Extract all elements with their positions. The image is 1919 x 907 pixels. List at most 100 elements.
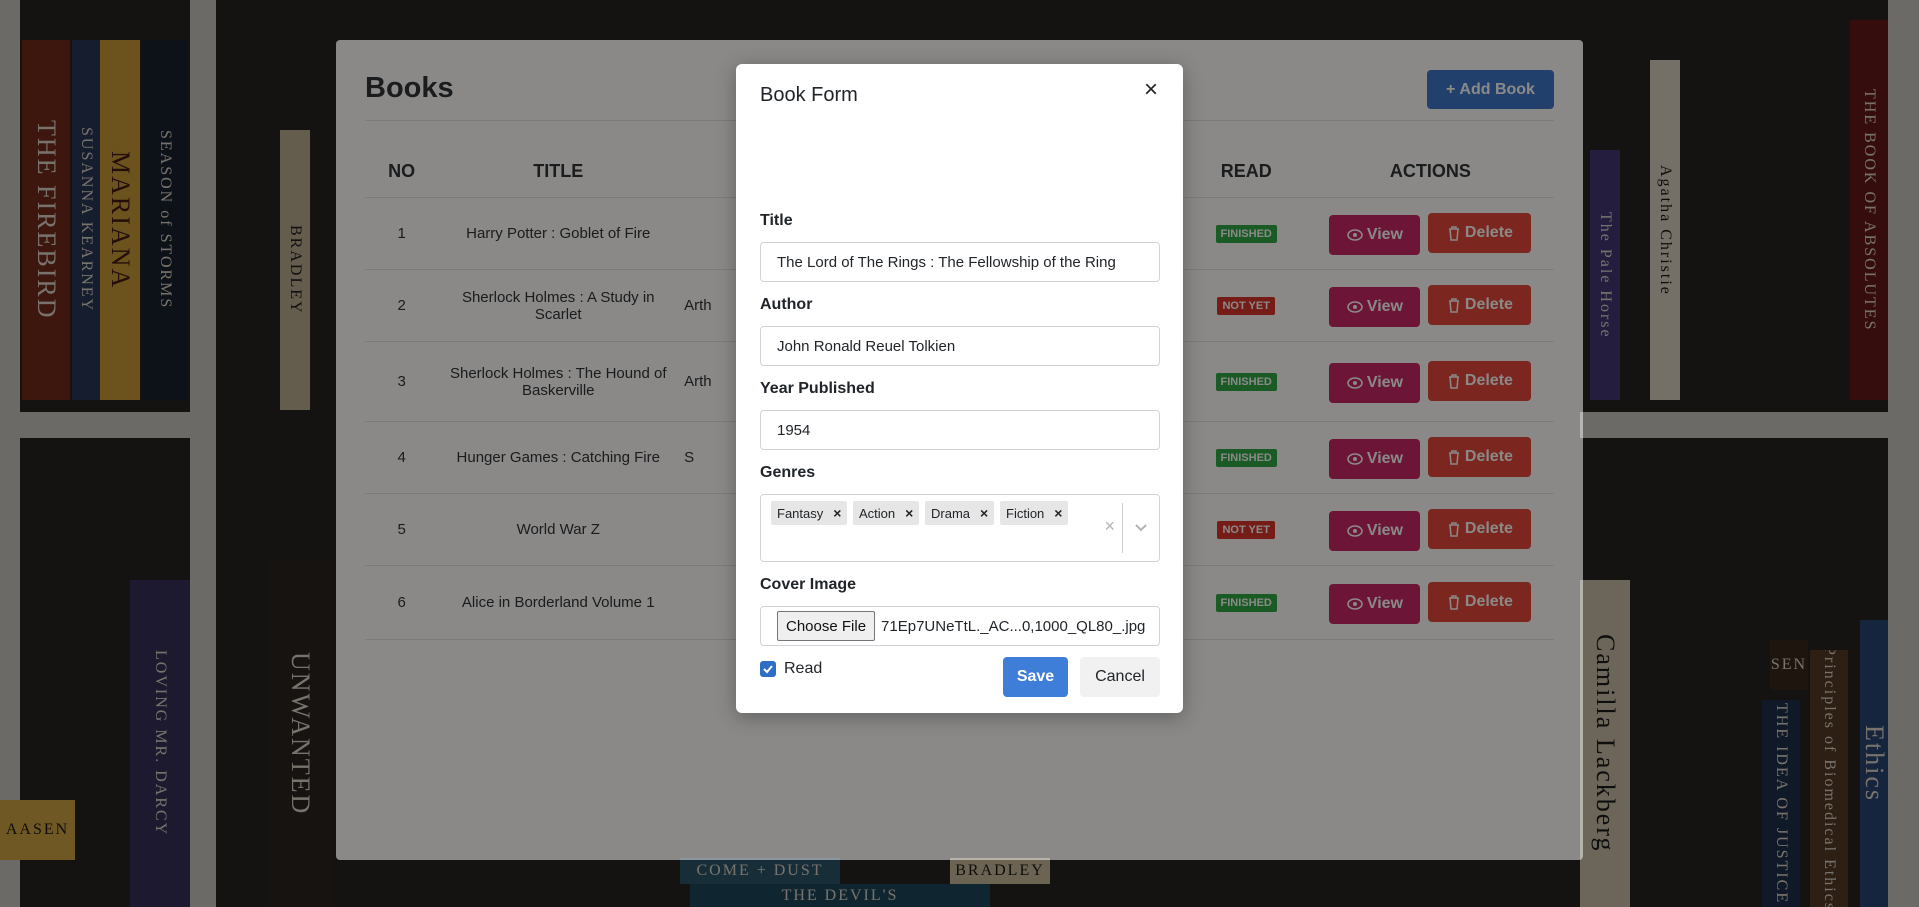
cell-no: 3: [365, 341, 439, 422]
delete-button[interactable]: Delete: [1428, 360, 1532, 401]
add-book-label: Add Book: [1459, 80, 1535, 98]
remove-tag-icon[interactable]: ×: [976, 505, 994, 521]
genres-label: Genres: [760, 464, 816, 481]
eye-icon: [1347, 524, 1363, 537]
cell-title: World War Z: [438, 493, 679, 566]
save-button[interactable]: Save: [1003, 657, 1068, 697]
read-status-badge: NOT YET: [1217, 297, 1275, 315]
delete-label: Delete: [1464, 447, 1513, 465]
cell-actions: View Delete: [1306, 565, 1554, 640]
select-separator: [1122, 503, 1123, 553]
cell-read: FINISHED: [1185, 197, 1307, 270]
genre-tag-label: Drama: [931, 505, 971, 521]
delete-button[interactable]: Delete: [1428, 581, 1532, 622]
cell-no: 4: [365, 421, 439, 494]
view-label: View: [1366, 521, 1403, 539]
view-button[interactable]: View: [1329, 583, 1421, 624]
cell-actions: View Delete: [1306, 421, 1554, 494]
eye-icon: [1347, 228, 1363, 241]
col-title: TITLE: [438, 145, 679, 198]
cell-title: Harry Potter : Goblet of Fire: [438, 197, 679, 270]
view-label: View: [1366, 297, 1403, 315]
delete-button[interactable]: Delete: [1428, 212, 1532, 253]
delete-label: Delete: [1464, 519, 1513, 537]
remove-tag-icon[interactable]: ×: [829, 505, 847, 521]
cell-read: NOT YET: [1185, 269, 1307, 342]
view-button[interactable]: View: [1329, 510, 1421, 551]
cell-read: FINISHED: [1185, 421, 1307, 494]
view-button[interactable]: View: [1329, 214, 1421, 255]
read-label: Read: [784, 660, 823, 677]
view-label: View: [1366, 449, 1403, 467]
read-status-badge: FINISHED: [1215, 225, 1277, 243]
col-actions: ACTIONS: [1306, 145, 1554, 198]
author-input[interactable]: [760, 326, 1160, 366]
delete-label: Delete: [1464, 223, 1513, 241]
view-button[interactable]: View: [1329, 362, 1421, 403]
close-icon[interactable]: ×: [1137, 76, 1165, 104]
trash-icon: [1448, 225, 1459, 241]
cell-read: NOT YET: [1185, 493, 1307, 566]
delete-label: Delete: [1464, 592, 1513, 610]
view-button[interactable]: View: [1329, 286, 1421, 327]
plus-icon: +: [1446, 80, 1456, 98]
remove-tag-icon[interactable]: ×: [901, 505, 919, 521]
add-book-button[interactable]: + Add Book: [1427, 70, 1554, 109]
choose-file-button[interactable]: Choose File: [777, 611, 876, 641]
cancel-button[interactable]: Cancel: [1080, 657, 1160, 697]
trash-icon: [1448, 594, 1459, 610]
col-no: NO: [365, 145, 439, 198]
cell-title: Sherlock Holmes : The Hound of Baskervil…: [438, 341, 679, 422]
year-label: Year Published: [760, 380, 875, 397]
clear-all-icon[interactable]: ×: [1104, 516, 1115, 537]
cell-actions: View Delete: [1306, 493, 1554, 566]
delete-label: Delete: [1464, 295, 1513, 313]
genre-tag-label: Action: [859, 505, 896, 521]
view-button[interactable]: View: [1329, 438, 1421, 479]
title-label: Title: [760, 212, 793, 229]
cell-actions: View Delete: [1306, 341, 1554, 422]
genre-tag: Fiction ×: [1000, 501, 1069, 525]
cell-read: FINISHED: [1185, 341, 1307, 422]
eye-icon: [1347, 452, 1363, 465]
view-label: View: [1366, 594, 1403, 612]
view-label: View: [1366, 373, 1403, 391]
genre-tag: Action ×: [853, 501, 920, 525]
genre-tag-label: Fiction: [1006, 505, 1045, 521]
author-label: Author: [760, 296, 813, 313]
chevron-down-icon[interactable]: [1133, 519, 1149, 535]
remove-tag-icon[interactable]: ×: [1050, 505, 1068, 521]
delete-button[interactable]: Delete: [1428, 508, 1532, 549]
modal-title: Book Form: [760, 84, 858, 106]
eye-icon: [1347, 300, 1363, 313]
trash-icon: [1448, 449, 1459, 465]
trash-icon: [1448, 373, 1459, 389]
read-checkbox-row: Read: [760, 660, 822, 678]
trash-icon: [1448, 297, 1459, 313]
genre-tag: Drama ×: [925, 501, 995, 525]
genres-multiselect[interactable]: Fantasy × Action × Drama × Fiction × ×: [760, 494, 1160, 562]
cell-title: Sherlock Holmes : A Study in Scarlet: [438, 269, 679, 342]
read-status-badge: FINISHED: [1215, 449, 1277, 467]
title-input[interactable]: [760, 242, 1160, 282]
book-form-modal: Book Form × Title Author Year Published …: [736, 64, 1183, 713]
check-icon: [763, 665, 773, 674]
delete-button[interactable]: Delete: [1428, 284, 1532, 325]
cover-label: Cover Image: [760, 576, 857, 593]
delete-label: Delete: [1464, 371, 1513, 389]
cell-title: Hunger Games : Catching Fire: [438, 421, 679, 494]
cell-no: 5: [365, 493, 439, 566]
delete-button[interactable]: Delete: [1428, 436, 1532, 477]
file-name: 71Ep7UNeTtL._AC...0,1000_QL80_.jpg: [881, 617, 1146, 635]
read-status-badge: FINISHED: [1215, 594, 1277, 612]
genre-tag: Fantasy ×: [771, 501, 848, 525]
col-read: READ: [1185, 145, 1307, 198]
year-input[interactable]: [760, 410, 1160, 450]
read-checkbox[interactable]: [760, 661, 776, 677]
trash-icon: [1448, 521, 1459, 537]
cell-actions: View Delete: [1306, 197, 1554, 270]
cell-title: Alice in Borderland Volume 1: [438, 565, 679, 640]
eye-icon: [1347, 597, 1363, 610]
cell-no: 6: [365, 565, 439, 640]
cell-actions: View Delete: [1306, 269, 1554, 342]
